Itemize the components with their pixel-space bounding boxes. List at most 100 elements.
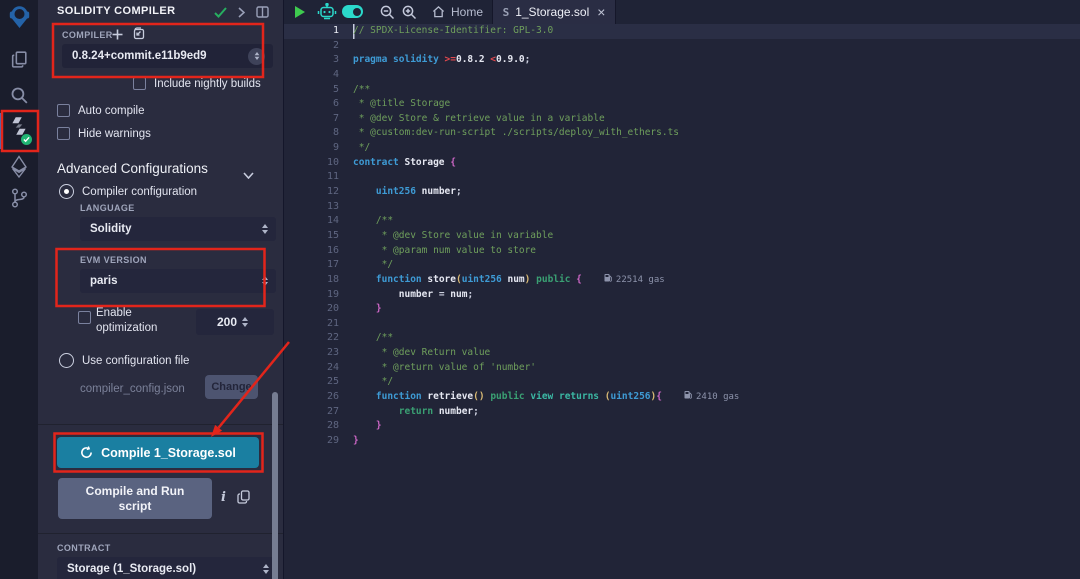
line-content: * @return value of 'number' [353,361,536,376]
add-compiler-icon[interactable] [112,27,123,45]
file-explorer-icon[interactable] [0,49,38,70]
code-line[interactable]: 7 * @dev Store & retrieve value in a var… [284,112,1080,127]
language-label: LANGUAGE [80,203,135,213]
line-number: 23 [284,346,353,361]
active-plugin-indicator [0,113,3,149]
git-icon[interactable] [0,187,38,209]
code-line[interactable]: 29} [284,434,1080,449]
info-icon[interactable]: i [221,490,226,505]
include-nightly-label: Include nightly builds [154,78,261,90]
code-line[interactable]: 27 return number; [284,405,1080,420]
code-line[interactable]: 4 [284,68,1080,83]
evm-version-label: EVM VERSION [80,255,147,265]
editor-tab-bar: Home S 1_Storage.sol × [284,0,1080,24]
remix-logo[interactable] [0,4,38,31]
code-line[interactable]: 10contract Storage { [284,156,1080,171]
line-number: 8 [284,126,353,141]
tab-home[interactable]: Home [422,0,493,24]
deploy-run-icon[interactable] [0,155,38,179]
code-line[interactable]: 2 [284,39,1080,54]
use-config-file-radio[interactable] [59,353,74,368]
line-number: 2 [284,39,353,54]
contract-select[interactable]: Storage (1_Storage.sol) [57,557,277,579]
copilot-toggle-icon[interactable] [342,5,363,18]
auto-compile-label: Auto compile [78,105,144,117]
change-config-button[interactable]: Change [205,375,258,399]
evm-version-select[interactable]: paris [80,269,276,293]
compiler-configuration-radio[interactable] [59,184,74,199]
zoom-in-icon[interactable] [401,4,417,25]
home-icon [432,6,445,18]
language-select[interactable]: Solidity [80,217,276,241]
panel-scrollbar[interactable] [272,392,278,579]
line-content: } [353,434,359,449]
line-number: 11 [284,170,353,185]
auto-compile-checkbox[interactable] [57,104,70,117]
panel-layout-icon[interactable] [256,5,269,23]
line-number: 10 [284,156,353,171]
code-line[interactable]: 16 * @param num value to store [284,244,1080,259]
line-content: */ [353,141,370,156]
compile-button[interactable]: Compile 1_Storage.sol [57,437,259,468]
advanced-configurations-title[interactable]: Advanced Configurations [57,161,208,176]
evm-version-value: paris [90,275,262,287]
code-line[interactable]: 18 function store(uint256 num) public {2… [284,273,1080,288]
line-content: /** [353,214,393,229]
code-line[interactable]: 19 number = num; [284,288,1080,303]
import-compiler-icon[interactable] [132,27,145,45]
line-number: 15 [284,229,353,244]
run-script-icon[interactable] [295,6,305,18]
hide-warnings-checkbox[interactable] [57,127,70,140]
activity-bar [0,0,38,579]
version-spinner-icon[interactable] [248,48,265,65]
compiler-configuration-radio-row[interactable]: Compiler configuration [59,184,197,199]
chevron-down-icon[interactable] [243,166,254,184]
copy-icon[interactable] [237,490,250,509]
solidity-compiler-icon[interactable] [0,115,38,137]
include-nightly-checkbox[interactable] [133,77,146,90]
line-number: 1 [284,24,353,39]
hide-warnings-checkbox-row[interactable]: Hide warnings [57,127,151,140]
chevron-right-icon[interactable] [238,5,245,23]
code-line[interactable]: 21 [284,317,1080,332]
ai-assistant-icon[interactable] [317,3,337,26]
code-line[interactable]: 25 */ [284,375,1080,390]
gas-icon [604,273,612,288]
code-line[interactable]: 9 */ [284,141,1080,156]
code-line[interactable]: 28 } [284,419,1080,434]
close-icon[interactable]: × [597,5,605,19]
code-line[interactable]: 11 [284,170,1080,185]
line-number: 20 [284,302,353,317]
runs-spinner-icon[interactable] [242,317,248,327]
code-line[interactable]: 13 [284,200,1080,215]
code-line[interactable]: 12 uint256 number; [284,185,1080,200]
gas-estimate-annotation: 2410 gas [684,390,739,405]
compile-and-run-button[interactable]: Compile and Run script [58,478,212,519]
code-line[interactable]: 14 /** [284,214,1080,229]
code-line[interactable]: 17 */ [284,258,1080,273]
zoom-out-icon[interactable] [379,4,395,25]
line-number: 26 [284,390,353,405]
hide-warnings-label: Hide warnings [78,128,151,140]
code-line[interactable]: 8 * @custom:dev-run-script ./scripts/dep… [284,126,1080,141]
enable-optimization-checkbox[interactable] [78,311,91,324]
code-line[interactable]: 20 } [284,302,1080,317]
code-line[interactable]: 5/** [284,83,1080,98]
code-line[interactable]: 23 * @dev Return value [284,346,1080,361]
code-line[interactable]: 6 * @title Storage [284,97,1080,112]
code-line[interactable]: 26 function retrieve() public view retur… [284,390,1080,405]
auto-compile-checkbox-row[interactable]: Auto compile [57,104,144,117]
code-line[interactable]: 3pragma solidity >=0.8.2 <0.9.0; [284,53,1080,68]
code-line[interactable]: 1// SPDX-License-Identifier: GPL-3.0 [284,24,1080,39]
use-config-file-radio-row[interactable]: Use configuration file [59,353,189,368]
code-line[interactable]: 24 * @return value of 'number' [284,361,1080,376]
line-content: */ [353,375,393,390]
include-nightly-checkbox-row[interactable]: Include nightly builds [133,77,261,90]
code-line[interactable]: 15 * @dev Store value in variable [284,229,1080,244]
search-icon[interactable] [0,85,38,106]
code-line[interactable]: 22 /** [284,331,1080,346]
compiler-version-select[interactable]: 0.8.24+commit.e11b9ed9 [62,44,273,68]
gas-icon [684,390,692,405]
tab-1-storage-sol[interactable]: S 1_Storage.sol × [492,0,616,24]
optimization-runs-input[interactable] [196,309,274,335]
